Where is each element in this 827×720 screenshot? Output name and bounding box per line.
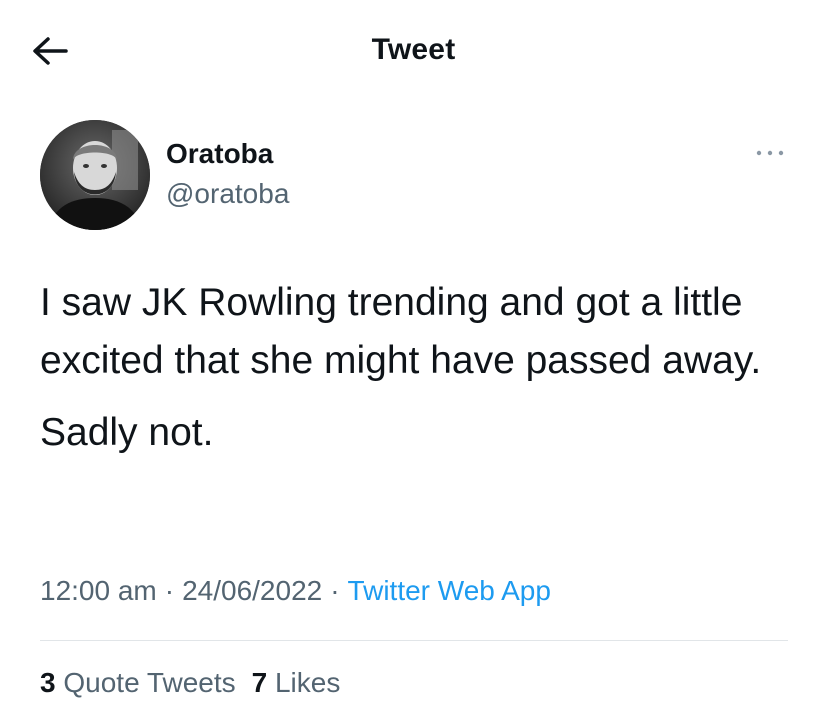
separator: · [164,575,175,606]
top-bar: Tweet [0,0,827,100]
display-name[interactable]: Oratoba [166,138,273,170]
more-dots-icon [756,150,784,156]
quote-tweets-stat[interactable]: 3 Quote Tweets [40,667,236,698]
more-options-button[interactable] [754,143,786,163]
quote-tweets-count: 3 [40,667,56,698]
likes-stat[interactable]: 7 Likes [252,667,341,698]
divider [40,640,788,641]
tweet-text: I saw JK Rowling trending and got a litt… [40,274,800,462]
user-handle[interactable]: @oratoba [166,178,289,210]
separator: · [330,575,340,606]
tweet-source-link[interactable]: Twitter Web App [348,575,551,606]
likes-count: 7 [251,667,268,698]
tweet-time[interactable]: 12:00 am [40,575,157,606]
tweet-date[interactable]: 24/06/2022 [182,575,322,606]
tweet-metadata: 12:00 am · 24/06/2022 · Twitter Web App [40,575,551,607]
tweet-paragraph: I saw JK Rowling trending and got a litt… [40,281,762,382]
tweet-paragraph: Sadly not. [40,411,214,454]
avatar[interactable] [40,120,150,230]
quote-tweets-label: Quote Tweets [63,667,236,698]
avatar-photo [40,120,150,230]
page-title: Tweet [371,33,456,66]
tweet-stats: 3 Quote Tweets 7 Likes [40,667,340,699]
likes-label: Likes [274,667,341,698]
